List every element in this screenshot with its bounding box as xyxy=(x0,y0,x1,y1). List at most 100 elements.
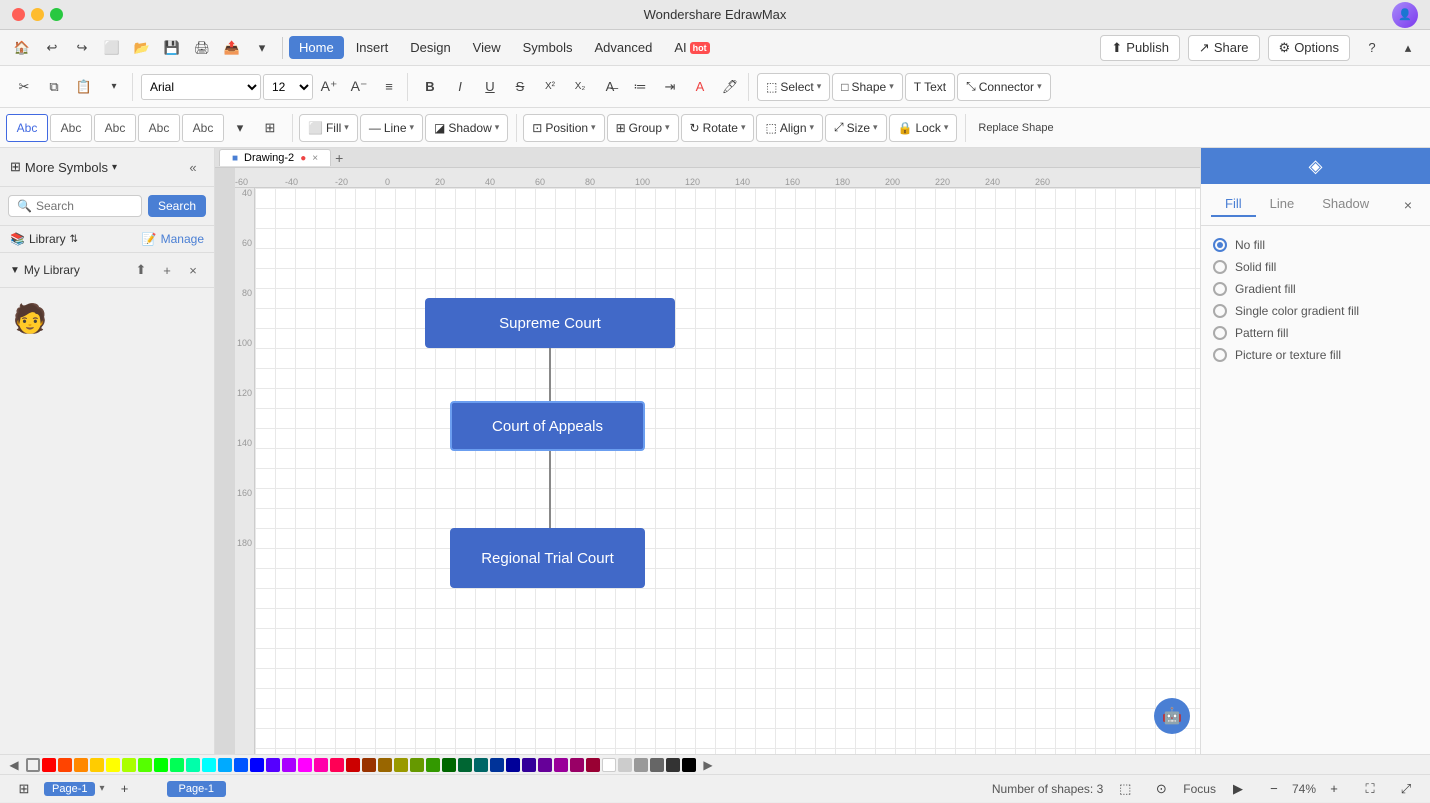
color-swatch-gray[interactable] xyxy=(650,758,664,772)
menu-view[interactable]: View xyxy=(463,36,511,59)
menu-symbols[interactable]: Symbols xyxy=(513,36,583,59)
manage-button[interactable]: 📝 Manage xyxy=(142,232,204,246)
color-swatch-dark-red[interactable] xyxy=(346,758,360,772)
options-button[interactable]: ⚙ Options xyxy=(1268,35,1350,61)
add-tab-icon[interactable]: + xyxy=(335,150,343,166)
color-swatch-light-gray[interactable] xyxy=(618,758,632,772)
text-dropdown[interactable]: T Text xyxy=(905,73,955,101)
color-swatch-dark-magenta[interactable] xyxy=(554,758,568,772)
add-page-icon[interactable]: + xyxy=(111,775,139,803)
color-swatch-olive[interactable] xyxy=(394,758,408,772)
close-tab-icon[interactable]: × xyxy=(312,153,318,164)
add-library-icon[interactable]: + xyxy=(156,259,178,281)
color-swatch-forest-green[interactable] xyxy=(426,758,440,772)
color-swatch-orange[interactable] xyxy=(74,758,88,772)
fill-dropdown[interactable]: ⬜ Fill ▾ xyxy=(299,114,358,142)
ai-chat-button[interactable]: 🤖 xyxy=(1154,698,1190,734)
search-button[interactable]: Search xyxy=(148,195,206,217)
replace-shape-button[interactable]: Replace Shape xyxy=(972,114,1059,142)
search-input[interactable] xyxy=(36,199,133,213)
color-swatch-yellow-green[interactable] xyxy=(122,758,136,772)
font-size-select[interactable]: 12 xyxy=(263,74,313,100)
pattern-fill-radio[interactable] xyxy=(1213,326,1227,340)
styles-expand-icon[interactable]: ▾ xyxy=(226,114,254,142)
bold-button[interactable]: B xyxy=(416,73,444,101)
expand-icon[interactable]: ▴ xyxy=(1394,34,1422,62)
color-swatch-magenta[interactable] xyxy=(298,758,312,772)
align-dropdown[interactable]: ⬚ Align ▾ xyxy=(756,114,823,142)
shapes-icon[interactable]: ⬚ xyxy=(1111,775,1139,803)
color-swatch-deep-green[interactable] xyxy=(458,758,472,772)
sort-icon[interactable]: ⇅ xyxy=(70,234,78,245)
open-icon[interactable]: 📂 xyxy=(128,34,156,62)
color-swatch-crimson[interactable] xyxy=(586,758,600,772)
help-icon[interactable]: ? xyxy=(1358,34,1386,62)
list-button[interactable]: ≔ xyxy=(626,73,654,101)
indent-button[interactable]: ⇥ xyxy=(656,73,684,101)
home-icon[interactable]: 🏠 xyxy=(8,34,36,62)
window-controls[interactable] xyxy=(12,8,63,21)
color-swatch-indigo[interactable] xyxy=(266,758,280,772)
undo-icon[interactable]: ↩ xyxy=(38,34,66,62)
color-swatch-dark-violet[interactable] xyxy=(538,758,552,772)
shadow-tab[interactable]: Shadow xyxy=(1308,192,1383,217)
align-button[interactable]: ≡ xyxy=(375,73,403,101)
position-dropdown[interactable]: ⊡ Position ▾ xyxy=(523,114,604,142)
close-panel-icon[interactable]: × xyxy=(1396,193,1420,217)
color-swatch-pink[interactable] xyxy=(314,758,328,772)
color-swatch-red[interactable] xyxy=(42,758,56,772)
lock-dropdown[interactable]: 🔒 Lock ▾ xyxy=(889,114,958,142)
focus-icon[interactable]: ⊙ xyxy=(1147,775,1175,803)
color-swatch-blue[interactable] xyxy=(234,758,248,772)
pattern-fill-option[interactable]: Pattern fill xyxy=(1213,326,1418,340)
color-swatch-black[interactable] xyxy=(682,758,696,772)
highlight-button[interactable]: 🖊 xyxy=(716,73,744,101)
texture-fill-option[interactable]: Picture or texture fill xyxy=(1213,348,1418,362)
strikethrough-button[interactable]: S xyxy=(506,73,534,101)
color-swatch-violet[interactable] xyxy=(282,758,296,772)
font-family-select[interactable]: Arial xyxy=(141,74,261,100)
line-dropdown[interactable]: — Line ▾ xyxy=(360,114,423,142)
color-bar-collapse[interactable]: ▶ xyxy=(698,755,718,775)
new-icon[interactable]: ⬜ xyxy=(98,34,126,62)
gradient-fill-radio[interactable] xyxy=(1213,282,1227,296)
superscript-button[interactable]: X² xyxy=(536,73,564,101)
color-swatch-medium-gray[interactable] xyxy=(634,758,648,772)
color-swatch-dark-pink[interactable] xyxy=(570,758,584,772)
chevron-down-icon[interactable]: ▾ xyxy=(112,162,117,173)
play-icon[interactable]: ▶ xyxy=(1224,775,1252,803)
subscript-button[interactable]: X₂ xyxy=(566,73,594,101)
select-dropdown[interactable]: ⬚ Select ▾ xyxy=(757,73,830,101)
style-swatch-2[interactable]: Abc xyxy=(50,114,92,142)
import-icon[interactable]: ⬆ xyxy=(130,259,152,281)
export-icon[interactable]: 📤 xyxy=(218,34,246,62)
color-swatch-orange-red[interactable] xyxy=(58,758,72,772)
color-swatch-rose[interactable] xyxy=(330,758,344,772)
color-swatch-brown[interactable] xyxy=(362,758,376,772)
shape-dropdown[interactable]: □ Shape ▾ xyxy=(832,73,902,101)
strikethrough2-button[interactable]: A̶ xyxy=(596,73,624,101)
print-icon[interactable]: 🖨 xyxy=(188,34,216,62)
color-swatch-dark-blue[interactable] xyxy=(506,758,520,772)
line-tab[interactable]: Line xyxy=(1256,192,1309,217)
no-fill-option[interactable]: No fill xyxy=(1213,238,1418,252)
symbol-item-person[interactable]: 🧑 xyxy=(10,298,50,338)
color-swatch-navy-blue[interactable] xyxy=(490,758,504,772)
color-swatch-light-blue[interactable] xyxy=(218,758,232,772)
zoom-in-icon[interactable]: + xyxy=(1320,775,1348,803)
menu-insert[interactable]: Insert xyxy=(346,36,399,59)
font-color-button[interactable]: A xyxy=(686,73,714,101)
active-page-tab[interactable]: Page-1 xyxy=(167,781,226,797)
color-swatch-yellow-olive[interactable] xyxy=(410,758,424,772)
color-swatch-yellow[interactable] xyxy=(106,758,120,772)
solid-fill-radio[interactable] xyxy=(1213,260,1227,274)
connector-dropdown[interactable]: ⤡ Connector ▾ xyxy=(957,73,1051,101)
color-swatch-green-cyan[interactable] xyxy=(170,758,184,772)
color-swatch-cyan-green[interactable] xyxy=(186,758,200,772)
save-icon[interactable]: 💾 xyxy=(158,34,186,62)
fill-tab[interactable]: Fill xyxy=(1211,192,1256,217)
italic-button[interactable]: I xyxy=(446,73,474,101)
no-fill-radio[interactable] xyxy=(1213,238,1227,252)
canvas-area[interactable]: ■ Drawing-2 ● × + -60 -40 -20 0 20 40 60… xyxy=(215,148,1200,754)
supreme-court-shape[interactable]: Supreme Court xyxy=(425,298,675,348)
